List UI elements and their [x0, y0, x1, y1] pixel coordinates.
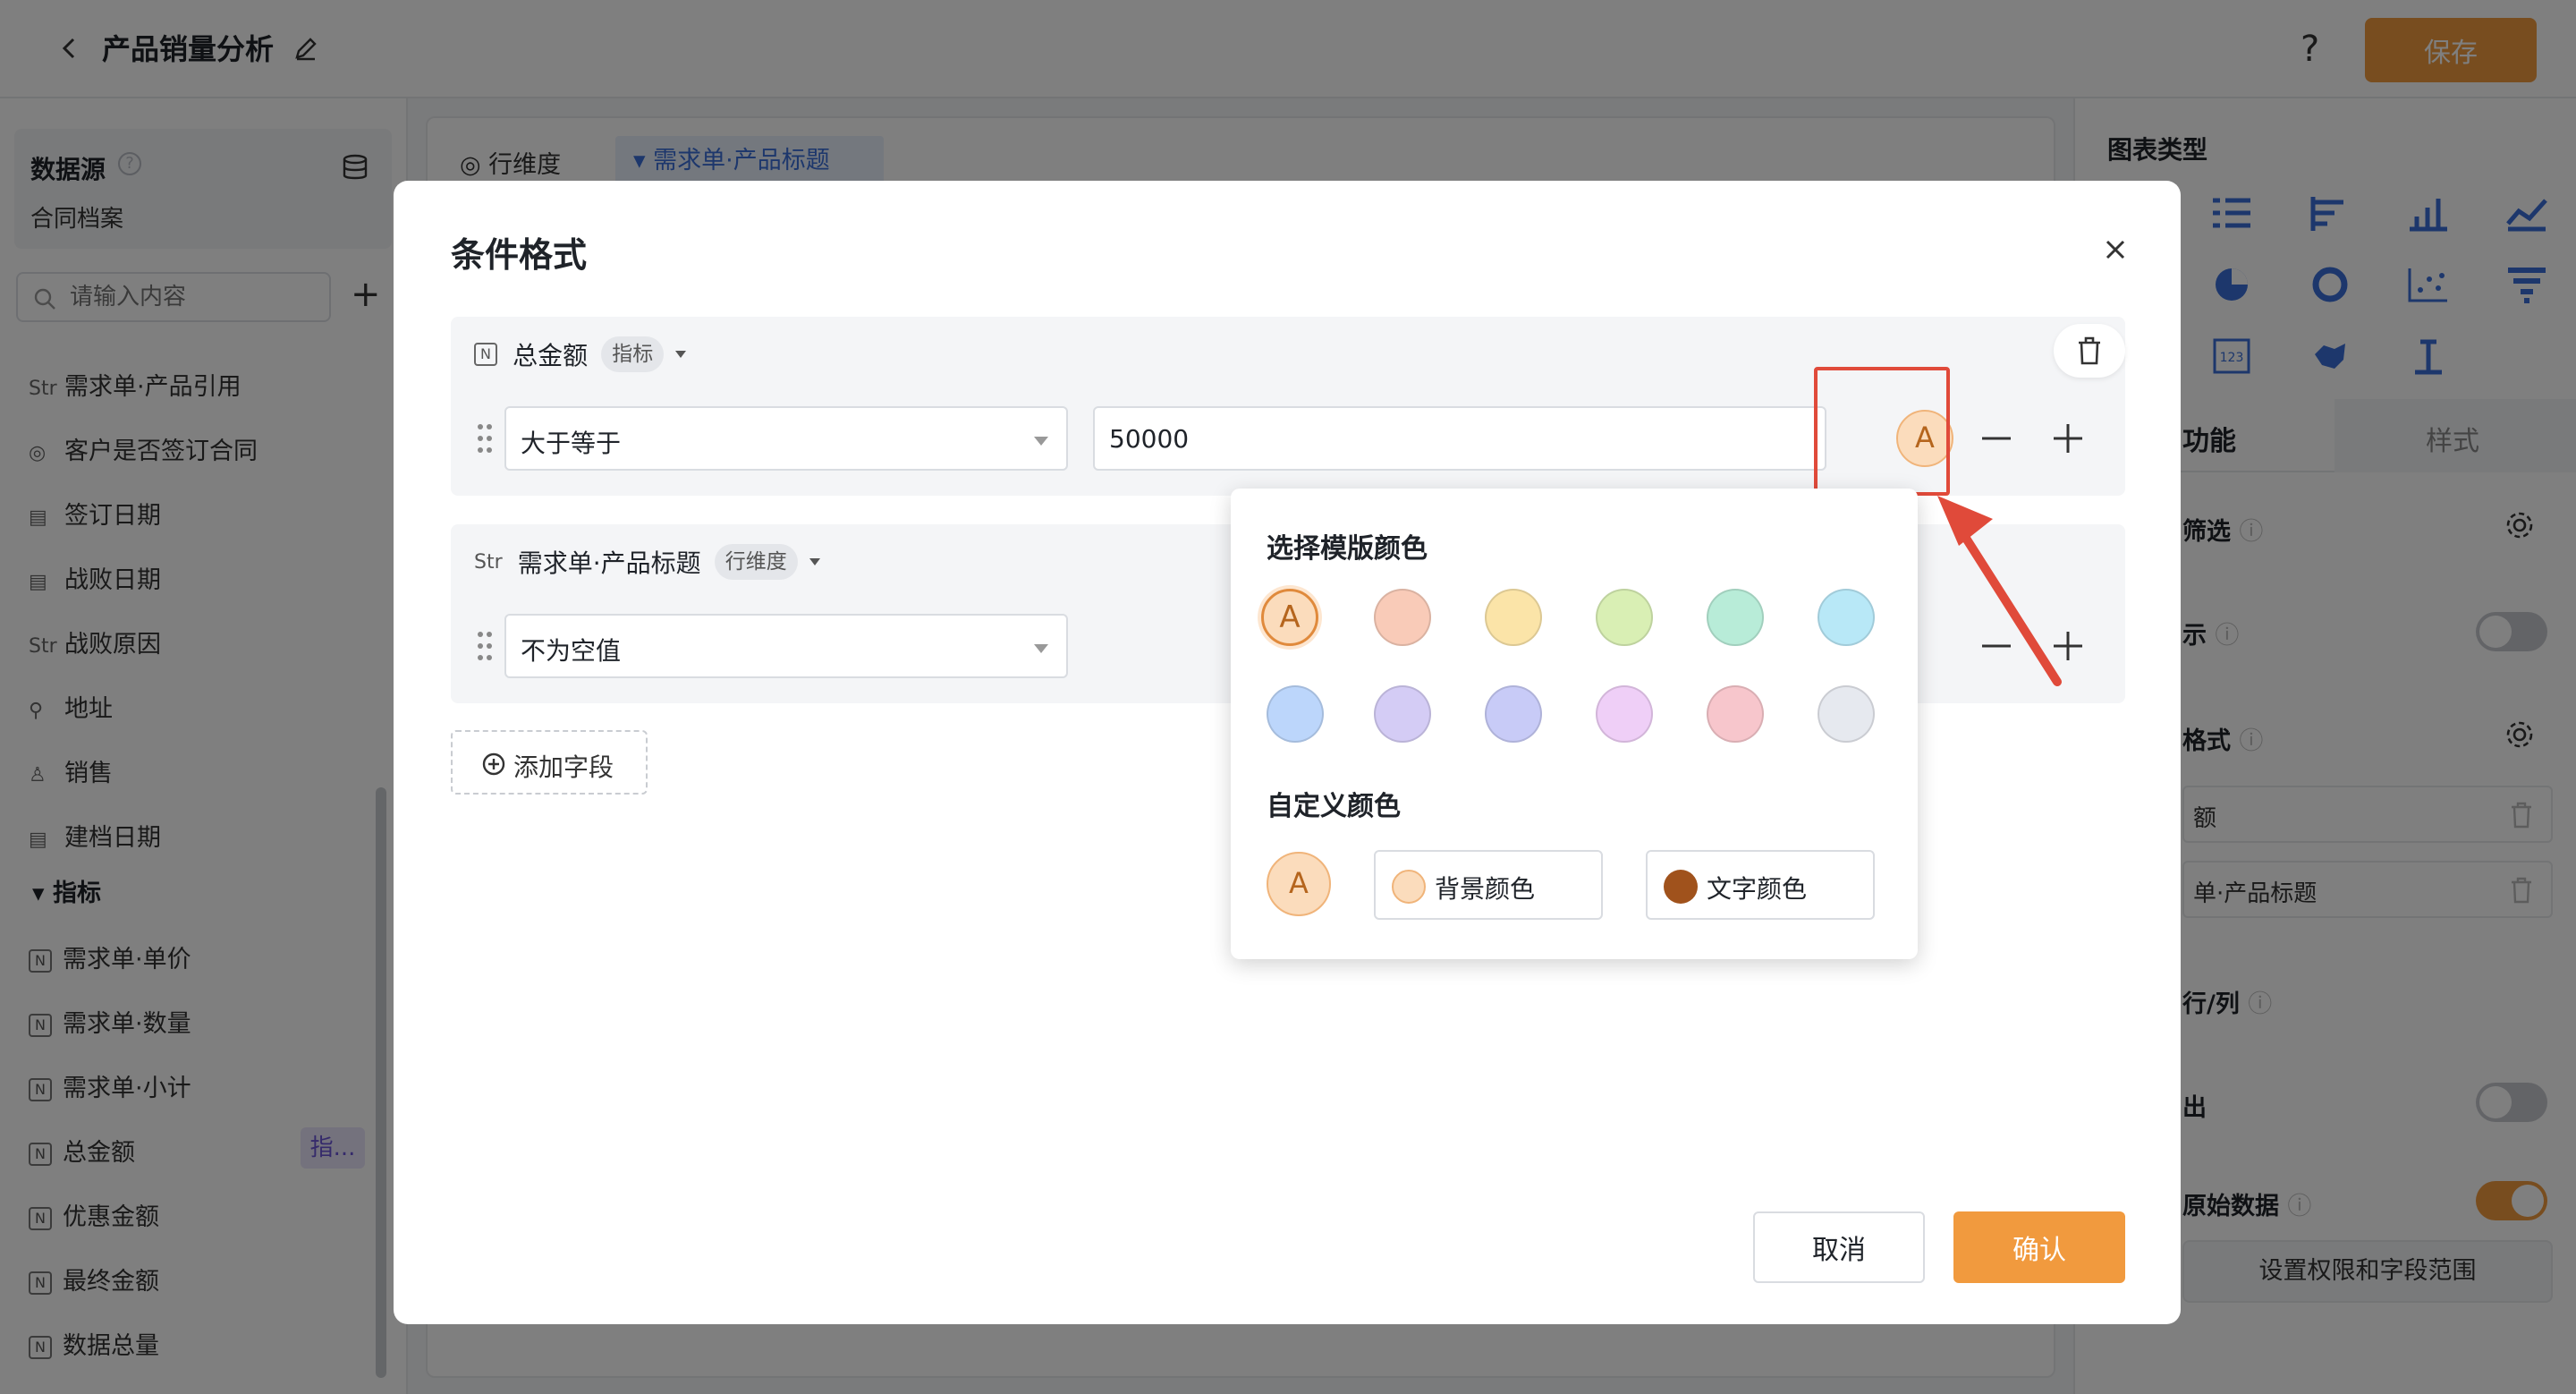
drag-handle-icon[interactable]: [476, 630, 494, 662]
plus-icon[interactable]: [2050, 421, 2086, 456]
color-swatch[interactable]: [1707, 589, 1764, 646]
template-color-title: 选择模版颜色: [1267, 533, 1428, 565]
cancel-button[interactable]: 取消: [1753, 1211, 1925, 1283]
add-circle-icon: [482, 752, 505, 776]
color-swatch[interactable]: [1485, 589, 1542, 646]
color-swatch[interactable]: [1818, 589, 1875, 646]
color-preview: A: [1267, 852, 1331, 916]
operator-select[interactable]: 大于等于: [504, 406, 1068, 471]
close-icon[interactable]: [2100, 234, 2131, 265]
color-swatch[interactable]: [1374, 685, 1431, 743]
color-swatch[interactable]: [1818, 685, 1875, 743]
dropdown-arrow-icon: [1034, 644, 1048, 653]
color-swatch[interactable]: [1596, 685, 1653, 743]
color-swatch[interactable]: [1374, 589, 1431, 646]
delete-condition-button[interactable]: [2054, 324, 2125, 378]
dropdown-arrow-icon: [1034, 437, 1048, 446]
trash-icon: [2079, 336, 2100, 365]
number-type-icon: N: [474, 343, 497, 366]
text-color-button[interactable]: 文字颜色: [1646, 850, 1875, 920]
color-swatch[interactable]: [1596, 589, 1653, 646]
field-role-tag[interactable]: 指标: [601, 336, 665, 372]
condition-value-input[interactable]: [1093, 406, 1826, 471]
string-type-icon: Str: [474, 550, 503, 574]
red-arrow-annotation: [1937, 496, 2062, 686]
background-color-dot: [1392, 870, 1426, 904]
background-color-button[interactable]: 背景颜色: [1374, 850, 1603, 920]
color-swatch[interactable]: [1267, 685, 1324, 743]
text-color-dot: [1664, 870, 1698, 904]
condition-field-header: N 总金额 指标: [474, 336, 687, 376]
condition-field-header: Str 需求单·产品标题 行维度: [474, 544, 820, 583]
color-swatch-selected[interactable]: A: [1261, 589, 1318, 646]
minus-icon[interactable]: [1979, 421, 2014, 456]
color-swatch[interactable]: [1707, 685, 1764, 743]
chevron-down-icon[interactable]: [675, 351, 687, 358]
highlight-annotation: [1814, 367, 1950, 496]
dialog-title: 条件格式: [451, 235, 588, 275]
color-swatch[interactable]: [1485, 685, 1542, 743]
condition-field-name: 总金额: [513, 341, 589, 370]
confirm-button[interactable]: 确认: [1953, 1211, 2125, 1283]
color-popover: 选择模版颜色 A 自定义颜色 A 背景颜色 文字颜色: [1231, 489, 1918, 959]
drag-handle-icon[interactable]: [476, 422, 494, 455]
chevron-down-icon[interactable]: [809, 558, 820, 565]
field-role-tag[interactable]: 行维度: [714, 544, 798, 580]
operator-select[interactable]: 不为空值: [504, 614, 1068, 678]
custom-color-title: 自定义颜色: [1267, 791, 1401, 822]
condition-field-name: 需求单·产品标题: [517, 548, 701, 578]
add-field-button[interactable]: 添加字段: [451, 730, 648, 795]
